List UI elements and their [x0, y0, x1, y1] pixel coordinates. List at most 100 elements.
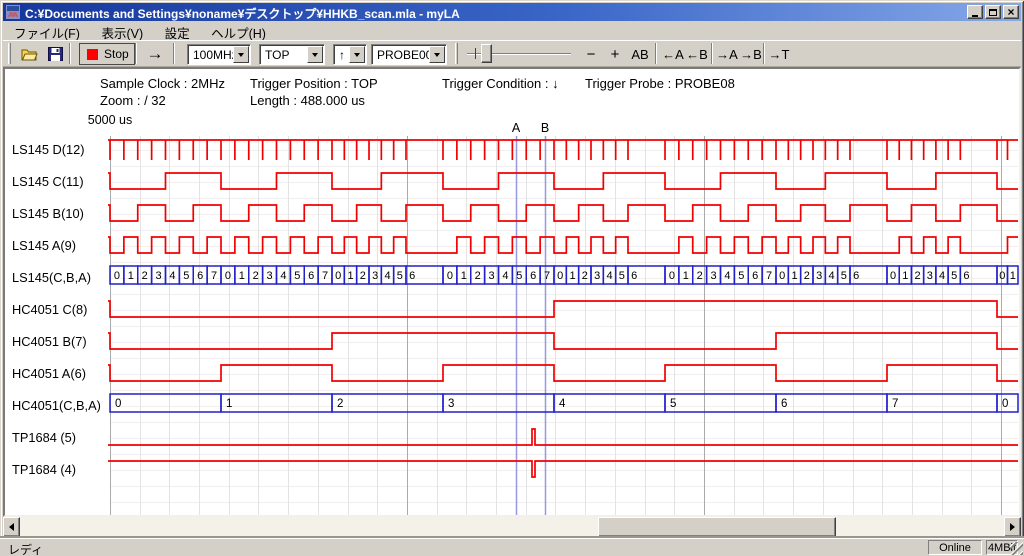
svg-text:1: 1 — [239, 270, 245, 282]
svg-text:4: 4 — [502, 270, 508, 282]
svg-text:4: 4 — [724, 270, 730, 282]
toolbar-separator — [69, 43, 71, 64]
zoom-slider-thumb[interactable] — [481, 44, 492, 63]
waveform-display[interactable]: 5000 usABLS145 D(12)LS145 C(11)LS145 B(1… — [5, 69, 1019, 515]
svg-text:0: 0 — [114, 270, 120, 282]
chevron-down-icon[interactable] — [233, 46, 249, 63]
run-button[interactable]: → — [141, 43, 169, 65]
maximize-icon — [989, 9, 997, 16]
trigger-edge-combo[interactable]: ↑ — [333, 44, 367, 65]
svg-text:0: 0 — [447, 270, 453, 282]
svg-text:3: 3 — [448, 398, 454, 410]
svg-text:3: 3 — [372, 270, 378, 282]
svg-text:1: 1 — [128, 270, 134, 282]
svg-text:5: 5 — [294, 270, 300, 282]
svg-text:6: 6 — [308, 270, 314, 282]
svg-text:5: 5 — [670, 398, 676, 410]
svg-text:LS145 A(9): LS145 A(9) — [12, 238, 76, 253]
svg-text:7: 7 — [766, 270, 772, 282]
svg-text:1: 1 — [461, 270, 467, 282]
open-folder-icon — [21, 47, 38, 61]
chevron-down-icon[interactable] — [349, 46, 365, 63]
scroll-left-icon — [9, 523, 14, 531]
svg-text:2: 2 — [475, 270, 481, 282]
svg-text:1: 1 — [902, 270, 908, 282]
svg-text:1: 1 — [683, 270, 689, 282]
svg-text:1: 1 — [347, 270, 353, 282]
svg-text:7: 7 — [892, 398, 898, 410]
svg-text:6: 6 — [781, 398, 787, 410]
app-window: C:¥Documents and Settings¥noname¥デスクトップ¥… — [0, 0, 1024, 556]
toolbar: Stop → 100MHz TOP ↑ PROBE00 − + AB — [3, 40, 1021, 67]
maximize-button[interactable] — [985, 5, 1001, 19]
chevron-down-icon[interactable] — [307, 46, 323, 63]
trigger-edge-value: ↑ — [339, 48, 345, 62]
svg-text:2: 2 — [337, 398, 343, 410]
svg-text:0: 0 — [225, 270, 231, 282]
svg-text:7: 7 — [211, 270, 217, 282]
svg-text:HC4051 C(8): HC4051 C(8) — [12, 302, 87, 317]
svg-text:4: 4 — [280, 270, 286, 282]
toolbar-grip[interactable] — [8, 43, 11, 64]
window-title: C:¥Documents and Settings¥noname¥デスクトップ¥… — [25, 5, 959, 22]
svg-text:2: 2 — [253, 270, 259, 282]
scroll-left-button[interactable] — [3, 517, 20, 537]
save-button[interactable] — [43, 43, 67, 65]
svg-text:5: 5 — [738, 270, 744, 282]
svg-text:A: A — [512, 121, 521, 135]
svg-text:0: 0 — [1002, 398, 1008, 410]
scroll-right-button[interactable] — [1004, 517, 1021, 537]
svg-text:HC4051 A(6): HC4051 A(6) — [12, 366, 86, 381]
zoom-slider[interactable] — [467, 44, 571, 64]
goto-cursor-b-button[interactable]: ←B — [685, 44, 709, 64]
window-controls: × — [965, 5, 1019, 19]
zoom-in-button[interactable]: + — [605, 44, 625, 64]
toolbar-grip[interactable] — [455, 43, 458, 64]
stop-button[interactable]: Stop — [79, 43, 135, 65]
svg-text:6: 6 — [530, 270, 536, 282]
resize-grip[interactable] — [1010, 542, 1023, 555]
goto-trigger-button[interactable]: →T — [767, 44, 791, 64]
svg-text:1: 1 — [569, 270, 575, 282]
svg-text:0: 0 — [999, 270, 1005, 282]
svg-text:5: 5 — [841, 270, 847, 282]
open-button[interactable] — [17, 43, 41, 65]
svg-text:0: 0 — [557, 270, 563, 282]
scrollbar-thumb[interactable] — [598, 517, 836, 537]
horizontal-scrollbar[interactable] — [3, 517, 1021, 537]
svg-text:2: 2 — [804, 270, 810, 282]
svg-text:5000 us: 5000 us — [88, 113, 132, 127]
menu-bar: ファイル(F) 表示(V) 設定 ヘルプ(H) — [3, 22, 1021, 40]
set-cursor-b-button[interactable]: →B — [739, 44, 763, 64]
svg-text:5: 5 — [183, 270, 189, 282]
svg-text:2: 2 — [914, 270, 920, 282]
svg-text:4: 4 — [828, 270, 834, 282]
zoom-out-button[interactable]: − — [581, 44, 601, 64]
svg-text:2: 2 — [360, 270, 366, 282]
svg-text:5: 5 — [397, 270, 403, 282]
title-bar[interactable]: C:¥Documents and Settings¥noname¥デスクトップ¥… — [3, 3, 1021, 21]
set-cursor-a-button[interactable]: →A — [715, 44, 739, 64]
sample-clock-combo[interactable]: 100MHz — [187, 44, 251, 65]
ab-button[interactable]: AB — [627, 44, 653, 64]
svg-text:3: 3 — [711, 270, 717, 282]
trigger-position-combo[interactable]: TOP — [259, 44, 325, 65]
toolbar-separator — [173, 43, 175, 64]
waveform-panel: Sample Clock : 2MHz Zoom : / 32 Trigger … — [3, 67, 1021, 517]
svg-text:TP1684 (5): TP1684 (5) — [12, 430, 76, 445]
close-button[interactable]: × — [1003, 5, 1019, 19]
chevron-down-icon[interactable] — [429, 46, 445, 63]
minimize-button[interactable] — [967, 5, 983, 19]
svg-text:0: 0 — [335, 270, 341, 282]
svg-text:6: 6 — [752, 270, 758, 282]
svg-text:1: 1 — [226, 398, 232, 410]
svg-text:1: 1 — [1010, 270, 1016, 282]
trigger-probe-combo[interactable]: PROBE00 — [371, 44, 447, 65]
stop-label: Stop — [104, 47, 129, 61]
svg-text:LS145 B(10): LS145 B(10) — [12, 206, 84, 221]
trigger-probe-value: PROBE00 — [377, 48, 432, 62]
goto-cursor-a-button[interactable]: ←A — [661, 44, 685, 64]
svg-text:4: 4 — [384, 270, 390, 282]
zoom-slider-tick — [475, 48, 476, 59]
save-floppy-icon — [48, 47, 63, 61]
